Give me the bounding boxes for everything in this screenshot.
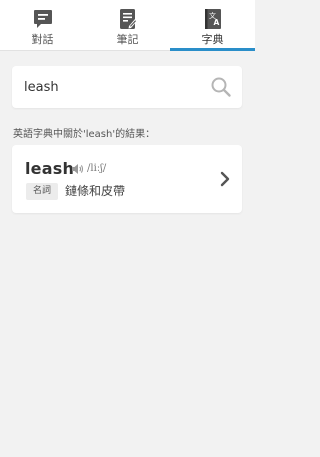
dictionary-icon: 文 A bbox=[204, 9, 221, 29]
results-heading: 英語字典中關於'leash'的結果： bbox=[13, 129, 156, 140]
tab-notes-label: 筆記 bbox=[116, 33, 139, 46]
tab-chat[interactable]: 對話 bbox=[0, 0, 85, 50]
tab-bar: 對話 筆記 文 A 字典 bbox=[0, 0, 255, 51]
speaker-icon[interactable] bbox=[71, 163, 84, 175]
svg-text:A: A bbox=[213, 18, 219, 27]
tab-dictionary[interactable]: 文 A 字典 bbox=[170, 0, 255, 51]
part-of-speech-badge: 名詞 bbox=[26, 183, 59, 200]
result-definition: 鏈條和皮帶 bbox=[65, 184, 126, 198]
search-box bbox=[12, 66, 242, 108]
result-card[interactable]: leash /liːʃ/ 名詞 鏈條和皮帶 bbox=[12, 145, 242, 213]
tab-notes[interactable]: 筆記 bbox=[85, 0, 170, 50]
search-icon[interactable] bbox=[210, 76, 232, 98]
result-word: leash bbox=[25, 159, 75, 178]
chevron-right-icon bbox=[220, 171, 230, 187]
tab-chat-label: 對話 bbox=[31, 33, 54, 46]
search-input[interactable] bbox=[12, 66, 202, 108]
chat-icon bbox=[33, 10, 52, 28]
notes-icon bbox=[119, 9, 137, 29]
tab-dictionary-label: 字典 bbox=[201, 33, 224, 46]
result-phonetic: /liːʃ/ bbox=[87, 163, 107, 174]
